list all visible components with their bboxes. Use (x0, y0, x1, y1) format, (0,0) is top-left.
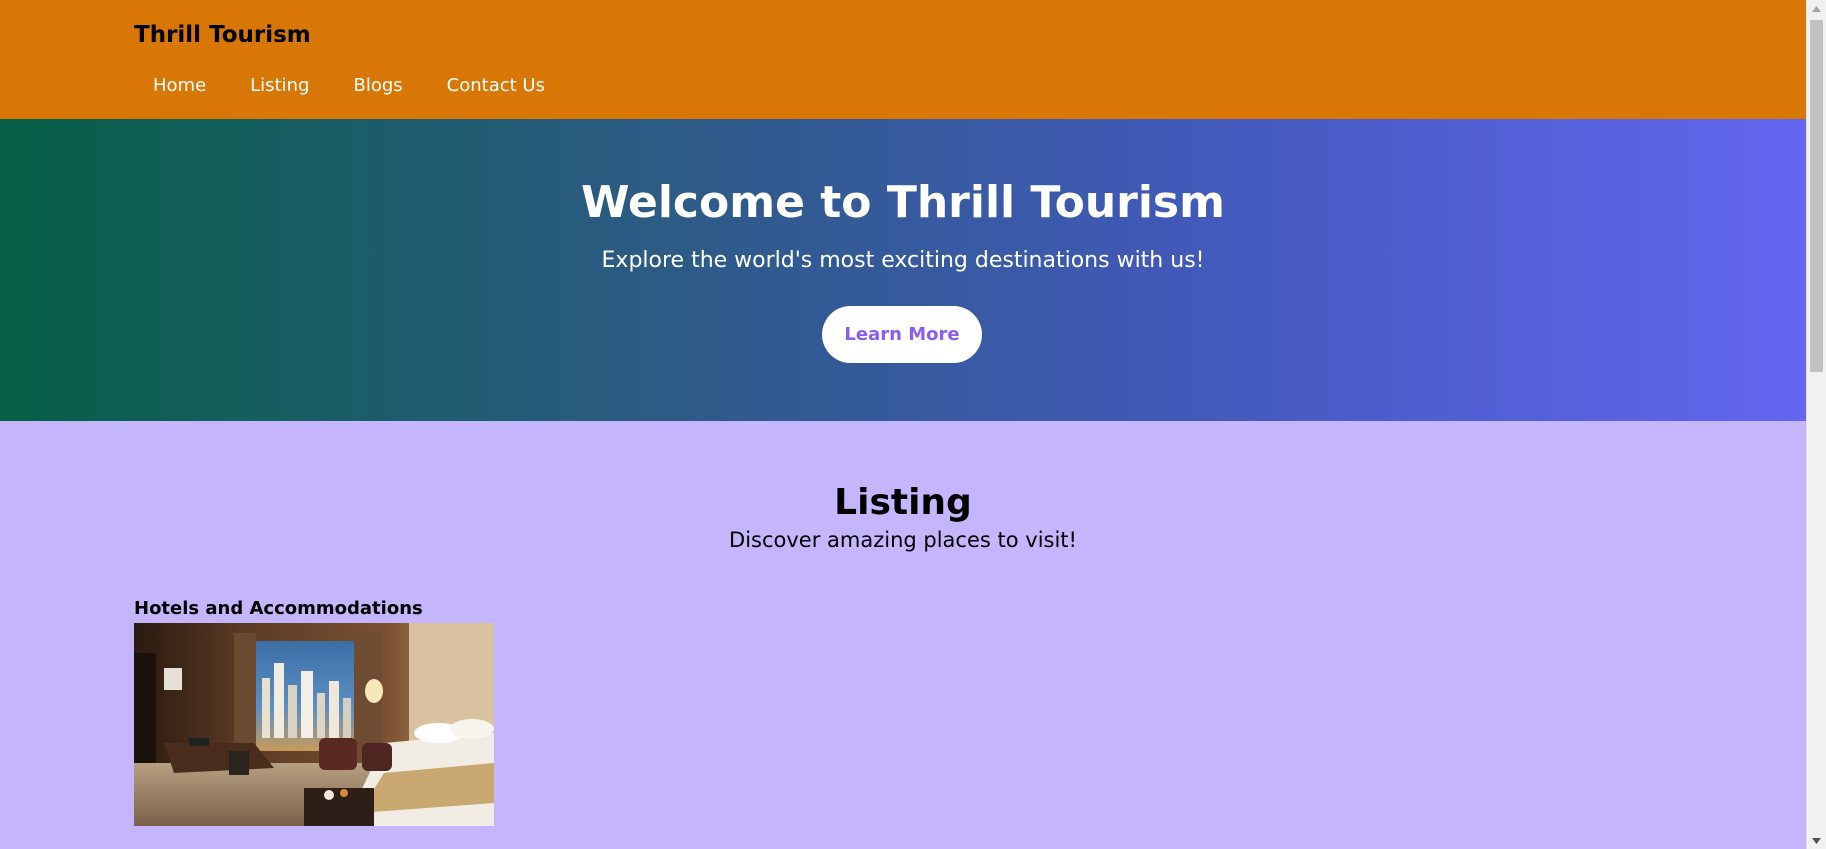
nav-listing[interactable]: Listing (250, 74, 309, 98)
site-brand[interactable]: Thrill Tourism (134, 22, 311, 48)
vertical-scrollbar[interactable] (1806, 0, 1826, 849)
page: Thrill Tourism Home Listing Blogs Contac… (0, 0, 1806, 849)
scroll-down-arrow-icon[interactable] (1807, 832, 1826, 849)
nav-home[interactable]: Home (153, 74, 206, 98)
scroll-up-arrow-icon[interactable] (1807, 0, 1826, 17)
card-title-hotels: Hotels and Accommodations (134, 598, 423, 619)
listing-section: Listing Discover amazing places to visit… (0, 421, 1806, 849)
hero-subtitle: Explore the world's most exciting destin… (601, 248, 1205, 273)
hero-title: Welcome to Thrill Tourism (581, 177, 1225, 228)
nav-blogs[interactable]: Blogs (353, 74, 402, 98)
listing-title: Listing (834, 482, 972, 523)
scrollbar-thumb[interactable] (1810, 20, 1823, 372)
learn-more-button[interactable]: Learn More (822, 306, 982, 363)
hero-section: Welcome to Thrill Tourism Explore the wo… (0, 119, 1806, 421)
listing-subtitle: Discover amazing places to visit! (729, 528, 1077, 552)
main-nav: Home Listing Blogs Contact Us (153, 74, 589, 98)
nav-contact-us[interactable]: Contact Us (447, 74, 545, 98)
site-header: Thrill Tourism Home Listing Blogs Contac… (0, 0, 1806, 119)
hotel-room-image[interactable] (134, 623, 494, 826)
browser-viewport: Thrill Tourism Home Listing Blogs Contac… (0, 0, 1826, 849)
